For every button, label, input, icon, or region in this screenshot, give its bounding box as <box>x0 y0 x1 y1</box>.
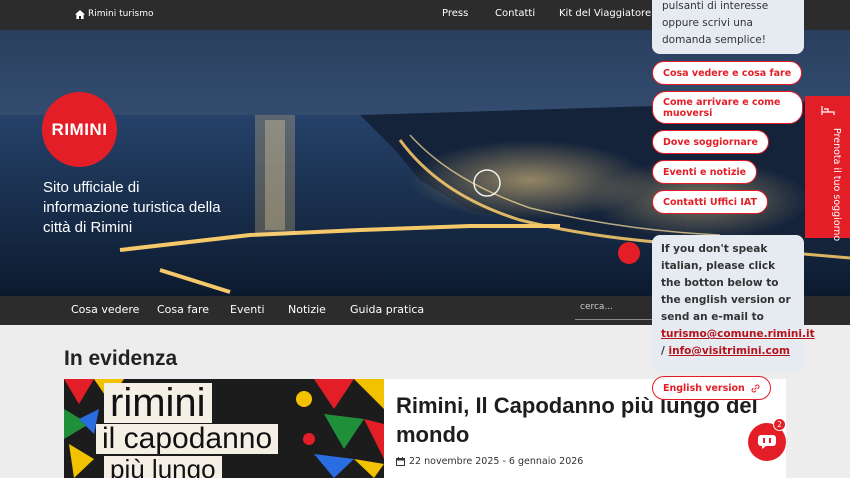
section-title: In evidenza <box>64 347 178 370</box>
nav-cosa-vedere[interactable]: Cosa vedere <box>71 303 139 316</box>
featured-image[interactable]: rimini il capodanno più lungo <box>64 379 384 478</box>
quick-reply-cosa-vedere[interactable]: Cosa vedere e cosa fare <box>652 61 803 85</box>
image-text-piu-lungo: più lungo <box>104 456 222 478</box>
email-separator: / <box>661 345 665 357</box>
english-version-label: English version <box>663 382 745 394</box>
hero-red-dot <box>618 242 640 264</box>
image-text-rimini: rimini <box>104 383 212 423</box>
email-link-turismo[interactable]: turismo@comune.rimini.it <box>661 328 815 340</box>
calendar-icon <box>396 457 405 466</box>
featured-date-text: 22 novembre 2025 - 6 gennaio 2026 <box>409 456 584 467</box>
quick-reply-contatti-iat[interactable]: Contatti Uffici IAT <box>652 190 768 214</box>
nav-eventi[interactable]: Eventi <box>230 303 265 316</box>
chat-intro-bubble: pulsanti di interesse oppure scrivi una … <box>652 0 804 54</box>
booking-label: Prenota il tuo soggiorno <box>831 128 842 242</box>
english-version-button[interactable]: English version <box>652 376 771 400</box>
bed-icon <box>821 106 835 115</box>
brand-label: Rimini turismo <box>88 9 154 19</box>
email-link-info[interactable]: info@visitrimini.com <box>669 345 790 357</box>
nav-notizie[interactable]: Notizie <box>288 303 326 316</box>
home-link[interactable]: Rimini turismo <box>75 9 153 19</box>
english-info-text: If you don't speak italian, please click… <box>661 243 791 323</box>
link-icon <box>751 384 760 392</box>
chat-icon <box>758 435 776 449</box>
english-info-bubble: If you don't speak italian, please click… <box>652 235 815 371</box>
booking-side-tab[interactable]: Prenota il tuo soggiorno <box>805 96 850 242</box>
rimini-logo[interactable]: RIMINI <box>42 92 117 167</box>
press-link[interactable]: Press <box>442 8 468 19</box>
featured-date: 22 novembre 2025 - 6 gennaio 2026 <box>396 456 583 467</box>
quick-reply-come-arrivare[interactable]: Come arrivare e come muoversi <box>652 91 803 124</box>
image-text-capodanno: il capodanno <box>96 424 279 454</box>
nav-guida-pratica[interactable]: Guida pratica <box>350 303 424 316</box>
hero-tagline: Sito ufficiale di informazione turistica… <box>43 179 221 236</box>
home-icon <box>75 9 85 19</box>
search-input[interactable]: cerca... <box>575 298 655 320</box>
contatti-link[interactable]: Contatti <box>495 8 535 19</box>
kit-viaggiatore-link[interactable]: Kit del Viaggiatore <box>559 8 651 19</box>
chat-intro-text: pulsanti di interesse oppure scrivi una … <box>662 0 769 46</box>
quick-reply-dove-soggiornare[interactable]: Dove soggiornare <box>652 130 769 154</box>
chat-notification-badge: 2 <box>773 418 786 431</box>
quick-reply-eventi-notizie[interactable]: Eventi e notizie <box>652 160 758 184</box>
nav-cosa-fare[interactable]: Cosa fare <box>157 303 209 316</box>
